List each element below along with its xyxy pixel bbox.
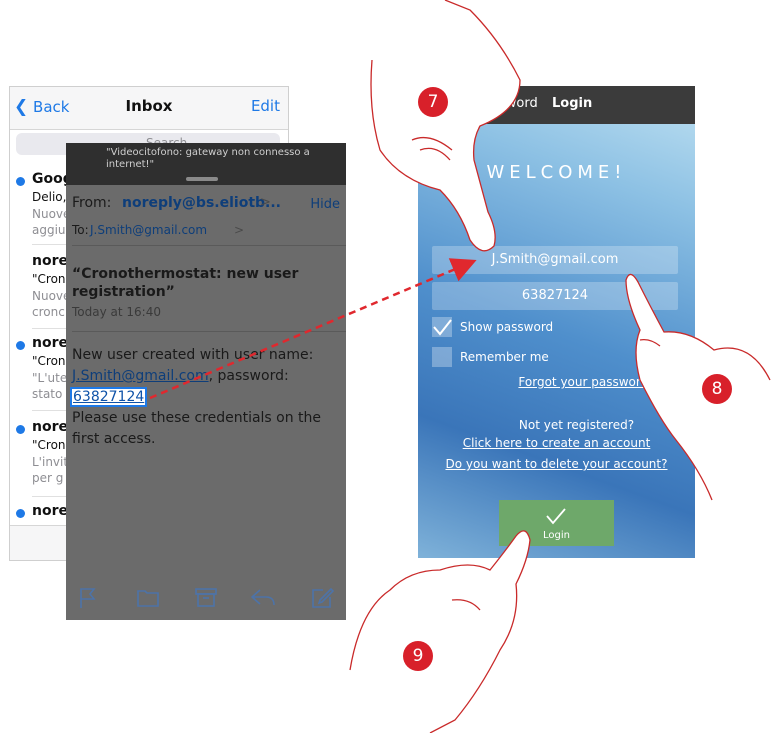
dashed-arrow [149,258,477,400]
step-badge-9: 9 [403,641,433,671]
hand-top-icon [370,0,521,252]
illustration-overlay [149,0,771,733]
step-badge-8: 8 [702,374,732,404]
hand-bottom-icon [349,530,531,733]
hand-right-icon [625,273,771,501]
step-badge-7: 7 [418,87,448,117]
